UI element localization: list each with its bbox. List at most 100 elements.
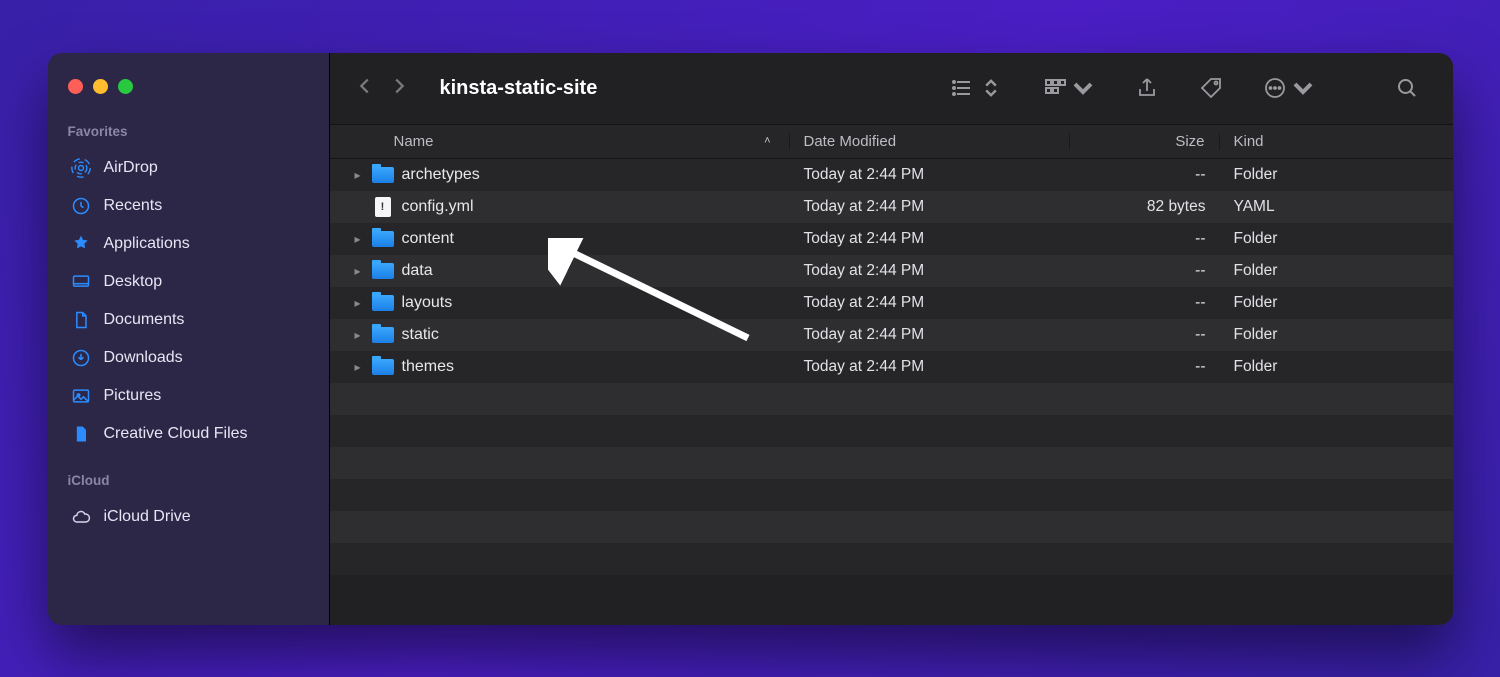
sidebar-item-creative-cloud[interactable]: Creative Cloud Files xyxy=(66,415,311,453)
finder-window: Favorites AirDrop Recents Applications D… xyxy=(48,53,1453,625)
close-button[interactable] xyxy=(68,79,83,94)
file-list: ▸ archetypes Today at 2:44 PM -- Folder c… xyxy=(330,159,1453,625)
file-row[interactable]: ▸data Today at 2:44 PM -- Folder xyxy=(330,255,1453,287)
file-size: -- xyxy=(1070,294,1220,312)
minimize-button[interactable] xyxy=(93,79,108,94)
file-date: Today at 2:44 PM xyxy=(790,358,1070,376)
group-button[interactable] xyxy=(1033,76,1105,100)
disclosure-triangle-icon[interactable]: ▸ xyxy=(352,264,364,278)
file-date: Today at 2:44 PM xyxy=(790,262,1070,280)
sidebar-item-downloads[interactable]: Downloads xyxy=(66,339,311,377)
sort-ascending-icon: ˄ xyxy=(764,135,770,147)
file-size: -- xyxy=(1070,326,1220,344)
file-icon xyxy=(70,423,92,445)
sidebar-item-label: Recents xyxy=(104,197,163,215)
file-date: Today at 2:44 PM xyxy=(790,326,1070,344)
folder-icon xyxy=(372,326,394,344)
file-name: layouts xyxy=(402,294,453,312)
sidebar-item-airdrop[interactable]: AirDrop xyxy=(66,149,311,187)
file-kind: Folder xyxy=(1220,262,1453,280)
sidebar-item-label: Creative Cloud Files xyxy=(104,425,248,443)
file-row[interactable]: config.yml Today at 2:44 PM 82 bytes YAM… xyxy=(330,191,1453,223)
fullscreen-button[interactable] xyxy=(118,79,133,94)
view-list-button[interactable] xyxy=(941,76,1013,100)
more-button[interactable] xyxy=(1253,76,1325,100)
sidebar-item-pictures[interactable]: Pictures xyxy=(66,377,311,415)
sidebar-item-label: iCloud Drive xyxy=(104,508,191,526)
airdrop-icon xyxy=(70,157,92,179)
empty-row xyxy=(330,383,1453,415)
file-kind: Folder xyxy=(1220,326,1453,344)
empty-row xyxy=(330,511,1453,543)
file-row[interactable]: ▸ content Today at 2:44 PM -- Folder xyxy=(330,223,1453,255)
sidebar-item-documents[interactable]: Documents xyxy=(66,301,311,339)
file-kind: Folder xyxy=(1220,166,1453,184)
disclosure-triangle-icon[interactable]: ▸ xyxy=(352,168,364,182)
file-row[interactable]: ▸ static Today at 2:44 PM -- Folder xyxy=(330,319,1453,351)
tag-button[interactable] xyxy=(1189,76,1233,100)
toolbar: kinsta-static-site xyxy=(330,53,1453,125)
folder-icon xyxy=(372,230,394,248)
document-icon xyxy=(372,198,394,216)
back-button[interactable] xyxy=(354,75,376,102)
file-name: themes xyxy=(402,358,454,376)
column-header-kind[interactable]: Kind xyxy=(1220,133,1453,150)
file-date: Today at 2:44 PM xyxy=(790,230,1070,248)
sidebar-item-applications[interactable]: Applications xyxy=(66,225,311,263)
sidebar-item-label: AirDrop xyxy=(104,159,158,177)
download-icon xyxy=(70,347,92,369)
empty-row xyxy=(330,447,1453,479)
sidebar: Favorites AirDrop Recents Applications D… xyxy=(48,53,330,625)
sidebar-item-label: Documents xyxy=(104,311,185,329)
main-panel: kinsta-static-site xyxy=(330,53,1453,625)
icloud-heading: iCloud xyxy=(66,473,311,488)
file-row[interactable]: ▸ archetypes Today at 2:44 PM -- Folder xyxy=(330,159,1453,191)
column-header-name[interactable]: Name ˄ xyxy=(330,133,790,150)
column-header-size[interactable]: Size xyxy=(1070,133,1220,150)
file-name: static xyxy=(402,326,439,344)
disclosure-triangle-icon[interactable]: ▸ xyxy=(352,232,364,246)
desktop-icon xyxy=(70,271,92,293)
file-name: content xyxy=(402,230,454,248)
share-button[interactable] xyxy=(1125,76,1169,100)
empty-row xyxy=(330,479,1453,511)
file-kind: Folder xyxy=(1220,230,1453,248)
file-name: archetypes xyxy=(402,166,480,184)
empty-row xyxy=(330,543,1453,575)
file-size: -- xyxy=(1070,230,1220,248)
file-date: Today at 2:44 PM xyxy=(790,166,1070,184)
file-row[interactable]: ▸ themes Today at 2:44 PM -- Folder xyxy=(330,351,1453,383)
applications-icon xyxy=(70,233,92,255)
pictures-icon xyxy=(70,385,92,407)
file-size: -- xyxy=(1070,358,1220,376)
folder-icon xyxy=(372,358,394,376)
forward-button[interactable] xyxy=(388,75,410,102)
folder-icon xyxy=(372,294,394,312)
disclosure-triangle-icon[interactable]: ▸ xyxy=(352,328,364,342)
file-size: 82 bytes xyxy=(1070,198,1220,216)
sidebar-item-desktop[interactable]: Desktop xyxy=(66,263,311,301)
favorites-heading: Favorites xyxy=(66,124,311,139)
file-size: -- xyxy=(1070,262,1220,280)
empty-row xyxy=(330,415,1453,447)
sidebar-item-label: Downloads xyxy=(104,349,183,367)
sidebar-item-label: Applications xyxy=(104,235,190,253)
sidebar-item-icloud-drive[interactable]: iCloud Drive xyxy=(66,498,311,536)
sidebar-item-label: Desktop xyxy=(104,273,163,291)
file-date: Today at 2:44 PM xyxy=(790,294,1070,312)
window-title: kinsta-static-site xyxy=(440,77,598,100)
document-icon xyxy=(70,309,92,331)
sidebar-item-recents[interactable]: Recents xyxy=(66,187,311,225)
disclosure-triangle-icon[interactable]: ▸ xyxy=(352,360,364,374)
search-button[interactable] xyxy=(1385,76,1429,100)
column-header-date[interactable]: Date Modified xyxy=(790,133,1070,150)
file-date: Today at 2:44 PM xyxy=(790,198,1070,216)
file-row[interactable]: ▸ layouts Today at 2:44 PM -- Folder xyxy=(330,287,1453,319)
clock-icon xyxy=(70,195,92,217)
folder-icon xyxy=(372,166,394,184)
file-size: -- xyxy=(1070,166,1220,184)
file-kind: Folder xyxy=(1220,358,1453,376)
disclosure-triangle-icon[interactable]: ▸ xyxy=(352,296,364,310)
window-controls xyxy=(68,79,311,94)
file-kind: Folder xyxy=(1220,294,1453,312)
